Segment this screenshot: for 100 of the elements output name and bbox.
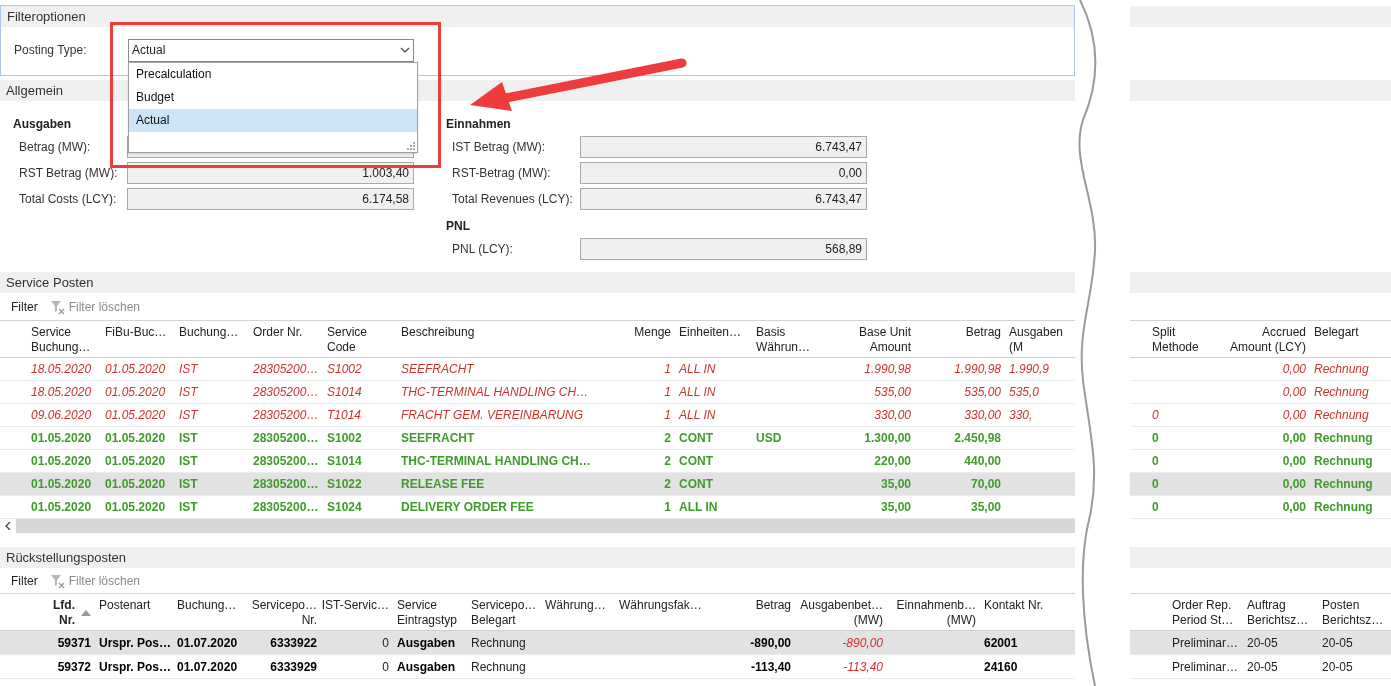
column-header[interactable]: Währungsfak… bbox=[619, 598, 702, 613]
dropdown-option[interactable]: Budget bbox=[129, 85, 417, 109]
table-cell-text: IST bbox=[179, 384, 198, 401]
clear-filter-button[interactable]: Filter löschen bbox=[49, 297, 141, 316]
group-title: PNL bbox=[446, 218, 470, 235]
column-header[interactable]: IST-Servic… bbox=[321, 598, 389, 613]
column-header[interactable]: Order Rep. Period St… bbox=[1172, 598, 1234, 628]
field-label: Total Revenues (LCY): bbox=[452, 191, 574, 208]
column-header[interactable]: Order Nr. bbox=[253, 325, 303, 340]
amount-field[interactable]: 6.743,47 bbox=[580, 188, 867, 210]
table-cell-text: IST bbox=[179, 430, 198, 447]
column-header[interactable]: Posten Berichtsz… bbox=[1322, 598, 1384, 628]
table-cell-text: 01.05.2020 bbox=[31, 430, 92, 447]
amount-field[interactable]: 6.743,47 bbox=[580, 136, 867, 158]
filter-button[interactable]: Filter bbox=[11, 571, 38, 590]
table-cell-text: 01.05.2020 bbox=[105, 453, 166, 470]
table-cell-text: ALL IN bbox=[679, 499, 718, 516]
table-cell-text: 0 bbox=[1152, 430, 1159, 447]
table-cell-text: S1002 bbox=[327, 430, 362, 447]
group-title: Einnahmen bbox=[446, 116, 511, 133]
column-header[interactable]: Lfd. Nr. bbox=[53, 598, 75, 628]
dropdown-option[interactable]: Actual bbox=[129, 108, 417, 132]
amount-field[interactable]: 568,89 bbox=[580, 238, 867, 260]
table-cell-text: 330, bbox=[1009, 407, 1033, 424]
column-header[interactable]: Servicepo… Nr. bbox=[251, 598, 317, 628]
clear-filter-icon bbox=[49, 298, 66, 315]
column-header[interactable]: Base Unit Amount bbox=[858, 325, 911, 355]
table-cell-text: 20-05 bbox=[1247, 658, 1278, 676]
amount-field[interactable]: 1.003,40 bbox=[127, 162, 414, 184]
table-cell-text: S1014 bbox=[327, 384, 362, 401]
table-cell-text: 01.07.2020 bbox=[177, 634, 238, 652]
table-cell-text: 0,00 bbox=[1282, 499, 1306, 516]
table-cell-text: Rechnung bbox=[1314, 453, 1373, 470]
column-header[interactable]: Ausgaben (M bbox=[1009, 325, 1064, 355]
table-cell-text: 0 bbox=[382, 658, 389, 676]
table-cell-text: THC-TERMINAL HANDLING CH… bbox=[401, 384, 589, 401]
column-header[interactable]: Einnahmenb… (MW) bbox=[896, 598, 976, 628]
table-cell-text: 70,00 bbox=[970, 476, 1001, 493]
column-header[interactable]: Einheiten… bbox=[679, 325, 742, 340]
column-header[interactable]: Währung… bbox=[545, 598, 606, 613]
table-cell-text: 1 bbox=[664, 361, 671, 378]
table-cell-text: T1014 bbox=[327, 407, 362, 424]
field-label: PNL (LCY): bbox=[452, 241, 514, 258]
table-cell-text: 2.450,98 bbox=[954, 430, 1001, 447]
table-cell-text: 0 bbox=[1152, 476, 1159, 493]
horizontal-scrollbar[interactable] bbox=[0, 519, 1075, 533]
posting-type-dropdown[interactable]: Actual bbox=[128, 38, 414, 62]
table-cell-text: CONT bbox=[679, 476, 713, 493]
table-cell-text: DELIVERY ORDER FEE bbox=[401, 499, 534, 516]
table-cell-text: -113,40 bbox=[843, 658, 883, 676]
table-cell-text: 28305200… bbox=[253, 499, 319, 516]
table-row[interactable]: Preliminar… 20-05 20-05 bbox=[1130, 631, 1391, 655]
column-header[interactable]: Menge bbox=[634, 325, 671, 340]
column-header[interactable]: Betrag bbox=[755, 598, 791, 613]
column-header[interactable]: Buchung… bbox=[179, 325, 239, 340]
column-header[interactable]: Service Code bbox=[327, 325, 367, 355]
table-cell-text: Preliminar… bbox=[1172, 658, 1238, 676]
table-cell-text: CONT bbox=[679, 430, 713, 447]
table-cell-text: SEEFRACHT bbox=[401, 430, 475, 447]
column-header[interactable]: Service Buchung… bbox=[31, 325, 91, 355]
table-cell-text: 18.05.2020 bbox=[31, 361, 92, 378]
resize-grip-icon bbox=[407, 141, 415, 150]
column-header[interactable]: FiBu-Buc… bbox=[105, 325, 167, 340]
column-header[interactable]: Betrag bbox=[965, 325, 1001, 340]
dropdown-option[interactable]: Precalculation bbox=[129, 62, 417, 86]
field-label: RST-Betrag (MW): bbox=[452, 165, 552, 182]
filter-button[interactable]: Filter bbox=[11, 297, 38, 316]
column-header[interactable]: Auftrag Berichtsz… bbox=[1247, 598, 1309, 628]
table-cell-text: 01.05.2020 bbox=[105, 361, 166, 378]
amount-field[interactable]: 6.174,58 bbox=[127, 188, 414, 210]
table-cell-text: 59372 bbox=[57, 658, 91, 676]
table-cell-text: 01.05.2020 bbox=[105, 476, 166, 493]
column-header[interactable]: Beschreibung bbox=[401, 325, 475, 340]
column-header[interactable]: Split Methode bbox=[1152, 325, 1199, 355]
table-cell-text: 1.990,98 bbox=[954, 361, 1001, 378]
column-header[interactable]: Basis Währun… bbox=[756, 325, 811, 355]
table-cell-text: Rechnung bbox=[1314, 499, 1373, 516]
table-cell-text: 1.300,00 bbox=[864, 430, 911, 447]
column-header[interactable]: Belegart bbox=[1314, 325, 1359, 340]
field-label: Posting Type: bbox=[14, 42, 88, 59]
table-cell-text: 01.05.2020 bbox=[31, 476, 92, 493]
column-header[interactable]: Servicepo… Belegart bbox=[471, 598, 537, 628]
table-cell-text: 20-05 bbox=[1322, 658, 1353, 676]
column-header[interactable]: Ausgabenbet… (MW) bbox=[800, 598, 883, 628]
table-cell-text: USD bbox=[756, 430, 782, 447]
table-cell-text: 1.990,9 bbox=[1009, 361, 1050, 378]
field-label: IST Betrag (MW): bbox=[452, 139, 547, 156]
amount-field[interactable]: 0,00 bbox=[580, 162, 867, 184]
table-cell-text: 28305200… bbox=[253, 476, 319, 493]
table-row[interactable]: 59371 Urspr. Pos… 01.07.2020 6333922 0 Ausgaben Rechnung -890,00 -890,00 62001 bbox=[0, 631, 1075, 655]
clear-filter-button[interactable]: Filter löschen bbox=[49, 571, 141, 590]
table-cell-text: IST bbox=[179, 476, 198, 493]
table-cell-text: 59371 bbox=[57, 634, 91, 652]
column-header[interactable]: Accrued Amount (LCY) bbox=[1229, 325, 1306, 355]
column-header[interactable]: Service Eintragstyp bbox=[397, 598, 458, 628]
scroll-left-icon[interactable] bbox=[5, 522, 11, 530]
column-header[interactable]: Buchung… bbox=[177, 598, 237, 613]
table-cell-text: S1022 bbox=[327, 476, 362, 493]
column-header[interactable]: Postenart bbox=[99, 598, 151, 613]
column-header[interactable]: Kontakt Nr. bbox=[984, 598, 1044, 613]
